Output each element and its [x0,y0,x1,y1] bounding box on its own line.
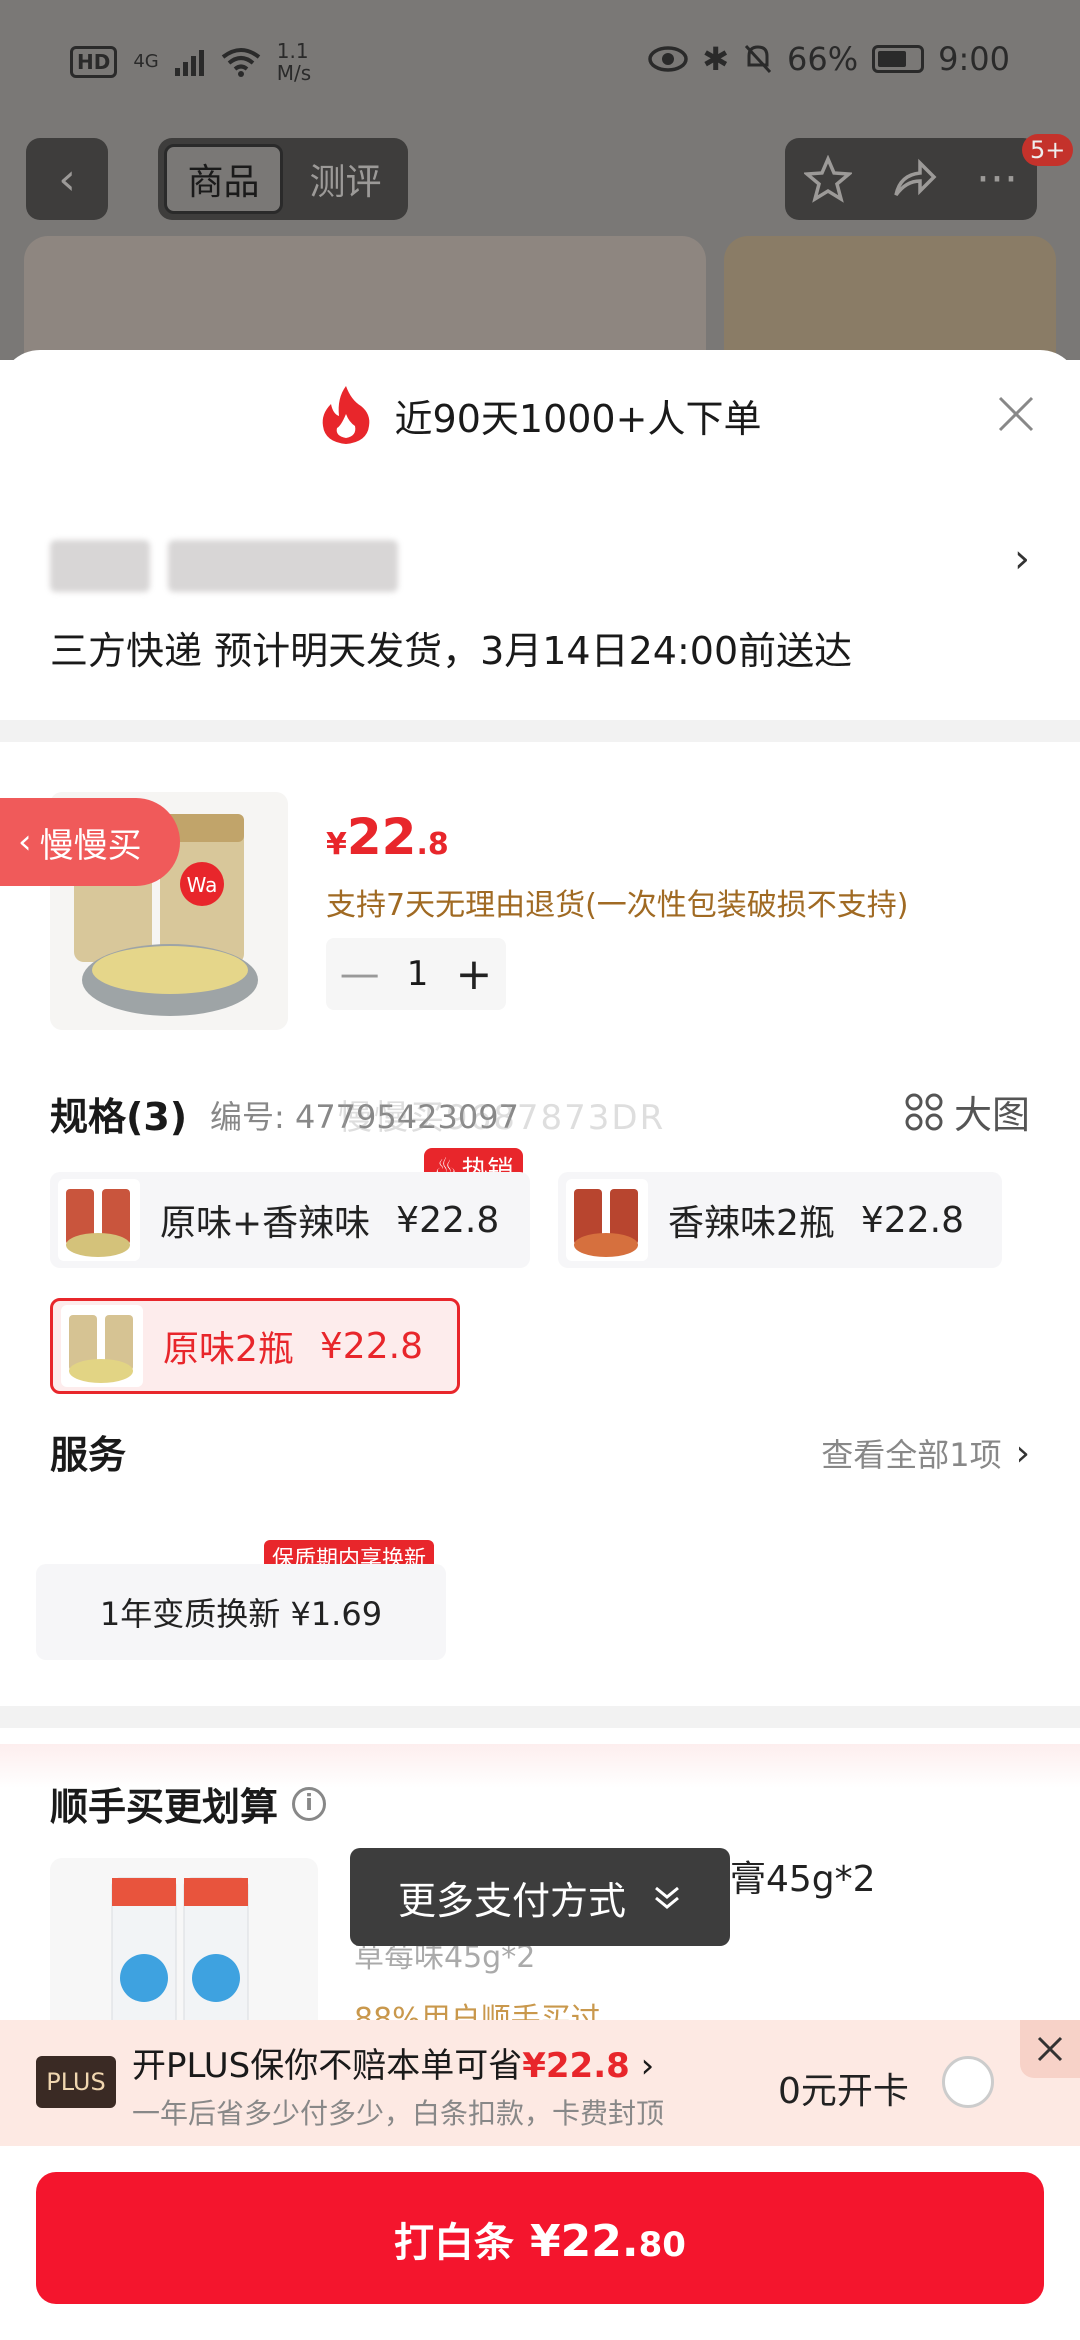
close-icon[interactable] [996,394,1036,434]
divider [0,1706,1080,1728]
tab-product[interactable]: 商品 [164,144,283,214]
more-payment-methods-button[interactable]: 更多支付方式 [350,1848,730,1946]
open-card-radio[interactable] [942,2056,994,2108]
bundle-title: 顺手买更划算 i [50,1776,327,1831]
grid-icon [905,1093,943,1130]
battery-percent: 66% [787,40,859,78]
hd-indicator: HD [70,46,118,78]
share-icon[interactable] [890,155,938,203]
network-speed: 1.1 M/s [276,39,312,85]
tab-review[interactable]: 测评 [289,144,402,214]
svg-text:Wa: Wa [187,873,218,897]
fire-icon [322,386,369,444]
chevron-right-icon: › [640,2046,655,2086]
bluetooth-icon: ✱ [702,40,730,78]
pay-with-baitiao-button[interactable]: 打白条 ¥22. 80 [36,2172,1044,2304]
minus-icon[interactable]: — [340,951,380,997]
purchase-sheet: 近90天1000+人下单 › 三方快递 预计明天发货，3月14日24:00前送达… [0,350,1080,2340]
plus-promo-text: 开PLUS保你不赔本单可省¥22.8 › [132,2046,655,2086]
service-option[interactable]: 1年变质换新 ¥1.69 [36,1564,446,1660]
chevron-left-icon: ‹ [18,822,32,862]
address-blurred[interactable] [50,540,398,592]
message-badge: 5+ [1022,134,1074,166]
battery-icon [872,45,925,73]
status-bar: HD 4G 1.1 M/s ✱ 66% 9:00 [0,0,1080,126]
open-card-label: 0元开卡 [778,2071,909,2112]
plus-promo-bar[interactable]: PLUS 开PLUS保你不赔本单可省¥22.8 › 一年后省多少付多少，白条扣款… [0,2020,1080,2146]
nav-actions: ··· [785,138,1037,220]
big-image-toggle[interactable]: 大图 [904,1084,1030,1139]
more-icon[interactable]: ··· [976,154,1018,205]
close-icon [1037,2036,1063,2062]
product-gallery-image[interactable] [24,236,706,360]
sheet-header: 近90天1000+人下单 [0,350,1080,480]
delivery-estimate: 三方快递 预计明天发货，3月14日24:00前送达 [50,629,853,673]
product-tabs: 商品 测评 [158,138,408,220]
unit-price: ¥22.8 [326,808,449,866]
product-gallery-image-2[interactable] [724,236,1056,360]
quantity-stepper: — 1 + [326,938,506,1010]
divider [0,720,1080,742]
spec-option-spicy-2[interactable]: 香辣味2瓶 ¥22.8 [558,1172,1002,1268]
info-icon[interactable]: i [292,1786,327,1821]
plus-icon[interactable]: + [456,949,493,1000]
service-title: 服务 [50,1433,127,1477]
spec-thumbnail [58,1179,140,1261]
clock: 9:00 [938,40,1010,78]
return-policy: 支持7天无理由退货(一次性包装破损不支持) [326,888,909,923]
double-chevron-down-icon [655,1886,679,1909]
plus-badge: PLUS [36,2056,116,2108]
chevron-right-icon: › [1015,1432,1030,1474]
chevron-left-icon: ‹ [58,153,76,205]
eye-icon [648,46,688,72]
slow-buy-tag[interactable]: ‹ 慢慢买 [0,798,180,886]
service-view-all[interactable]: 查看全部1项 › [821,1430,1030,1476]
spec-option-original-2[interactable]: 原味2瓶 ¥22.8 [50,1298,460,1394]
spec-thumbnail [566,1179,648,1261]
plus-close-button[interactable] [1020,2020,1080,2078]
order-count-text: 近90天1000+人下单 [394,396,762,441]
background-product-page: HD 4G 1.1 M/s ✱ 66% 9:00 ‹ 商品 测评 ··· 5+ [0,0,1080,360]
watermark: 慢慢买9687873DR [338,1098,666,1138]
spec-option-original-spicy[interactable]: 原味+香辣味 ¥22.8 [50,1172,530,1268]
back-button[interactable]: ‹ [26,138,108,220]
quantity-value[interactable]: 1 [407,954,429,994]
mute-bell-icon [744,44,772,74]
bundle-product-name[interactable]: 膏45g*2 [730,1850,876,1902]
wifi-icon [221,48,260,77]
star-icon[interactable] [804,155,852,203]
signal-icon [174,50,204,76]
network-type: 4G [133,51,159,72]
spec-title: 规格(3) [50,1095,188,1139]
spec-thumbnail [61,1305,143,1387]
plus-promo-subtext: 一年后省多少付多少，白条扣款，卡费封顶 [132,2097,665,2130]
chevron-right-icon[interactable]: › [1014,536,1030,582]
